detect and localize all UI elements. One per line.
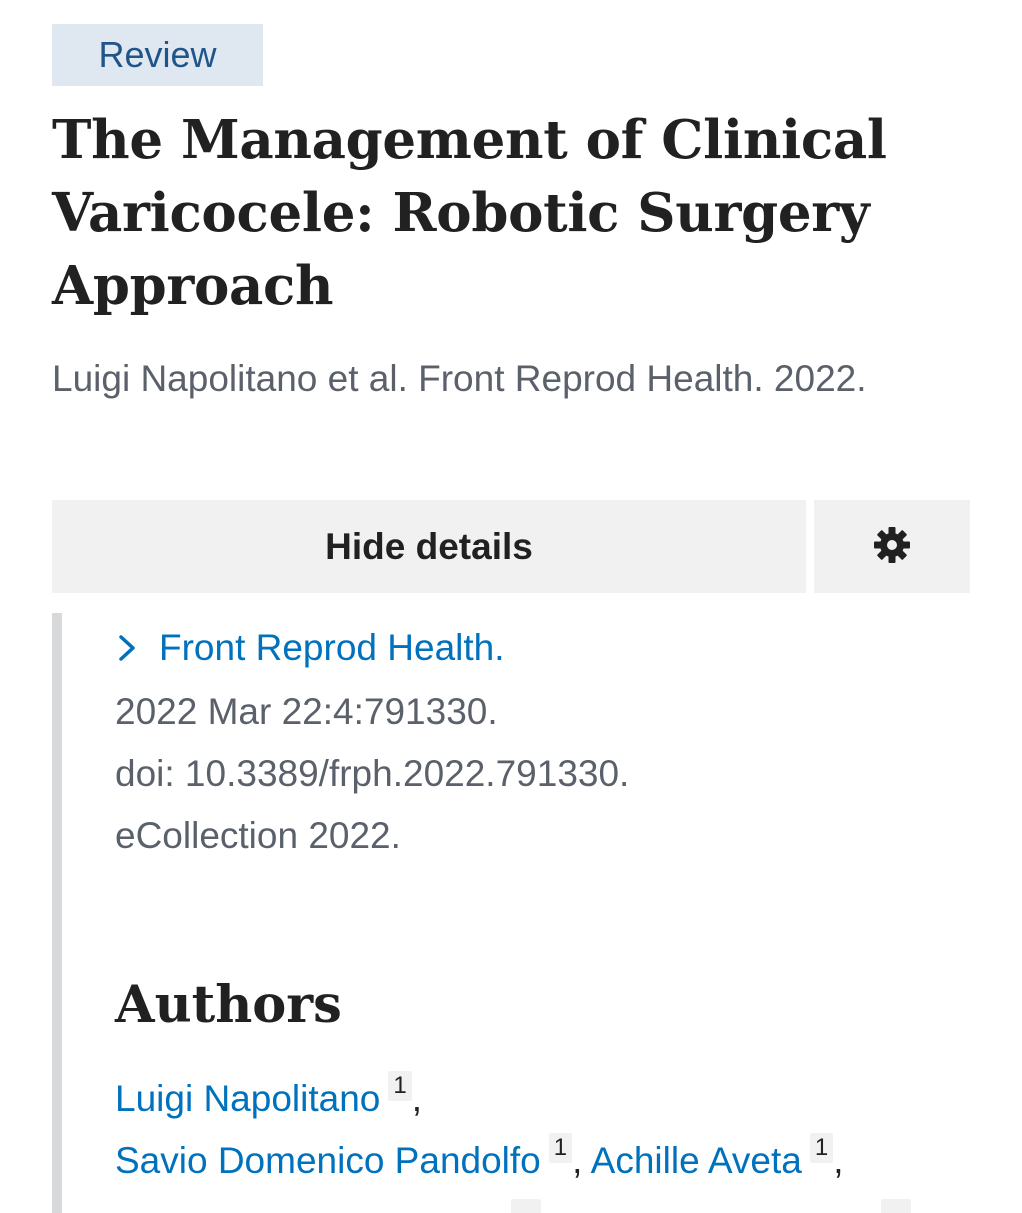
author-link[interactable]: Luigi Napolitano bbox=[115, 1078, 380, 1119]
authors-line: Savio Domenico Pandolfo 1, Achille Aveta 1… bbox=[115, 1133, 844, 1181]
affiliation-marker-partial bbox=[881, 1199, 911, 1213]
journal-link[interactable]: Front Reprod Health. bbox=[115, 623, 505, 673]
settings-button[interactable] bbox=[814, 500, 970, 593]
ecollection: eCollection 2022. bbox=[115, 815, 401, 856]
publication-info: 2022 Mar 22:4:791330. doi: 10.3389/frph.… bbox=[115, 681, 935, 867]
details-panel: Front Reprod Health. 2022 Mar 22:4:79133… bbox=[52, 613, 970, 1213]
publication-date: 2022 Mar 22:4:791330. bbox=[115, 691, 498, 732]
authors-line: Luigi Napolitano 1, bbox=[115, 1071, 422, 1119]
authors-list: Luigi Napolitano 1, Savio Domenico Pandol… bbox=[115, 1068, 975, 1192]
author-link[interactable]: Achille Aveta bbox=[591, 1140, 802, 1181]
article-title: The Management of Clinical Varicocele: R… bbox=[52, 109, 887, 317]
short-citation: Luigi Napolitano et al. Front Reprod Hea… bbox=[52, 358, 867, 399]
chevron-right-icon bbox=[115, 633, 139, 663]
affiliation-marker[interactable]: 1 bbox=[548, 1133, 573, 1163]
doi: doi: 10.3389/frph.2022.791330. bbox=[115, 753, 630, 794]
article-type-badge: Review bbox=[52, 24, 263, 86]
author-link[interactable]: Savio Domenico Pandolfo bbox=[115, 1140, 541, 1181]
journal-link-label: Front Reprod Health. bbox=[159, 627, 505, 668]
authors-overflow-row bbox=[115, 1193, 975, 1213]
affiliation-marker[interactable]: 1 bbox=[809, 1133, 834, 1163]
gear-icon bbox=[872, 525, 912, 568]
affiliation-marker-partial bbox=[511, 1199, 541, 1213]
authors-heading: Authors bbox=[115, 975, 342, 1035]
affiliation-marker[interactable]: 1 bbox=[388, 1071, 412, 1101]
hide-details-button[interactable]: Hide details bbox=[52, 500, 806, 593]
